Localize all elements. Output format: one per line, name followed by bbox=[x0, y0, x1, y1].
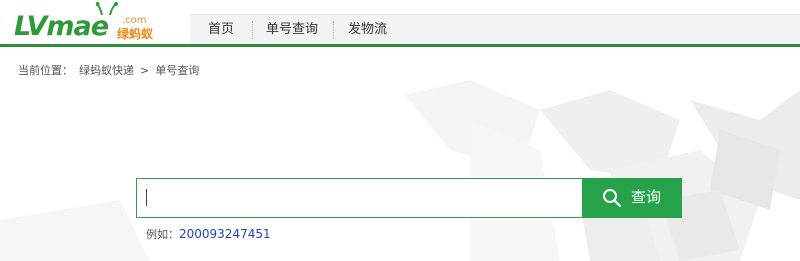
example-prefix: 例如： bbox=[146, 228, 179, 241]
header-divider bbox=[0, 44, 800, 47]
example-tracking-number[interactable]: 200093247451 bbox=[179, 227, 271, 241]
breadcrumb-item-home[interactable]: 绿蚂蚁快递 bbox=[79, 64, 134, 77]
tracking-search: 查询 bbox=[136, 178, 682, 218]
example-hint: 例如：200093247451 bbox=[146, 227, 271, 242]
nav-item-ship[interactable]: 发物流 bbox=[348, 15, 387, 45]
breadcrumb-prefix: 当前位置： bbox=[18, 64, 73, 77]
site-logo[interactable]: LVmae .com 绿蚂蚁 bbox=[14, 2, 164, 44]
logo-chinese-name: 绿蚂蚁 bbox=[117, 27, 154, 41]
nav-item-tracking[interactable]: 单号查询 bbox=[266, 15, 318, 45]
breadcrumb-separator: > bbox=[140, 64, 150, 77]
search-icon bbox=[603, 189, 622, 208]
breadcrumb-item-current: 单号查询 bbox=[155, 64, 200, 77]
tracking-number-input[interactable] bbox=[136, 178, 584, 218]
search-button[interactable]: 查询 bbox=[582, 178, 682, 218]
nav-separator bbox=[333, 21, 334, 39]
search-button-label: 查询 bbox=[631, 189, 662, 206]
text-cursor bbox=[146, 189, 147, 206]
site-header: LVmae .com 绿蚂蚁 首页 单号查询 发物流 bbox=[0, 0, 800, 47]
breadcrumb: 当前位置： 绿蚂蚁快递 > 单号查询 bbox=[18, 64, 205, 78]
logo-wordmark: LVmae bbox=[14, 11, 109, 42]
nav-item-home[interactable]: 首页 bbox=[208, 15, 234, 45]
nav-separator bbox=[252, 21, 253, 39]
main-nav: 首页 单号查询 发物流 bbox=[190, 14, 800, 44]
logo-domain-suffix: .com bbox=[122, 15, 147, 26]
